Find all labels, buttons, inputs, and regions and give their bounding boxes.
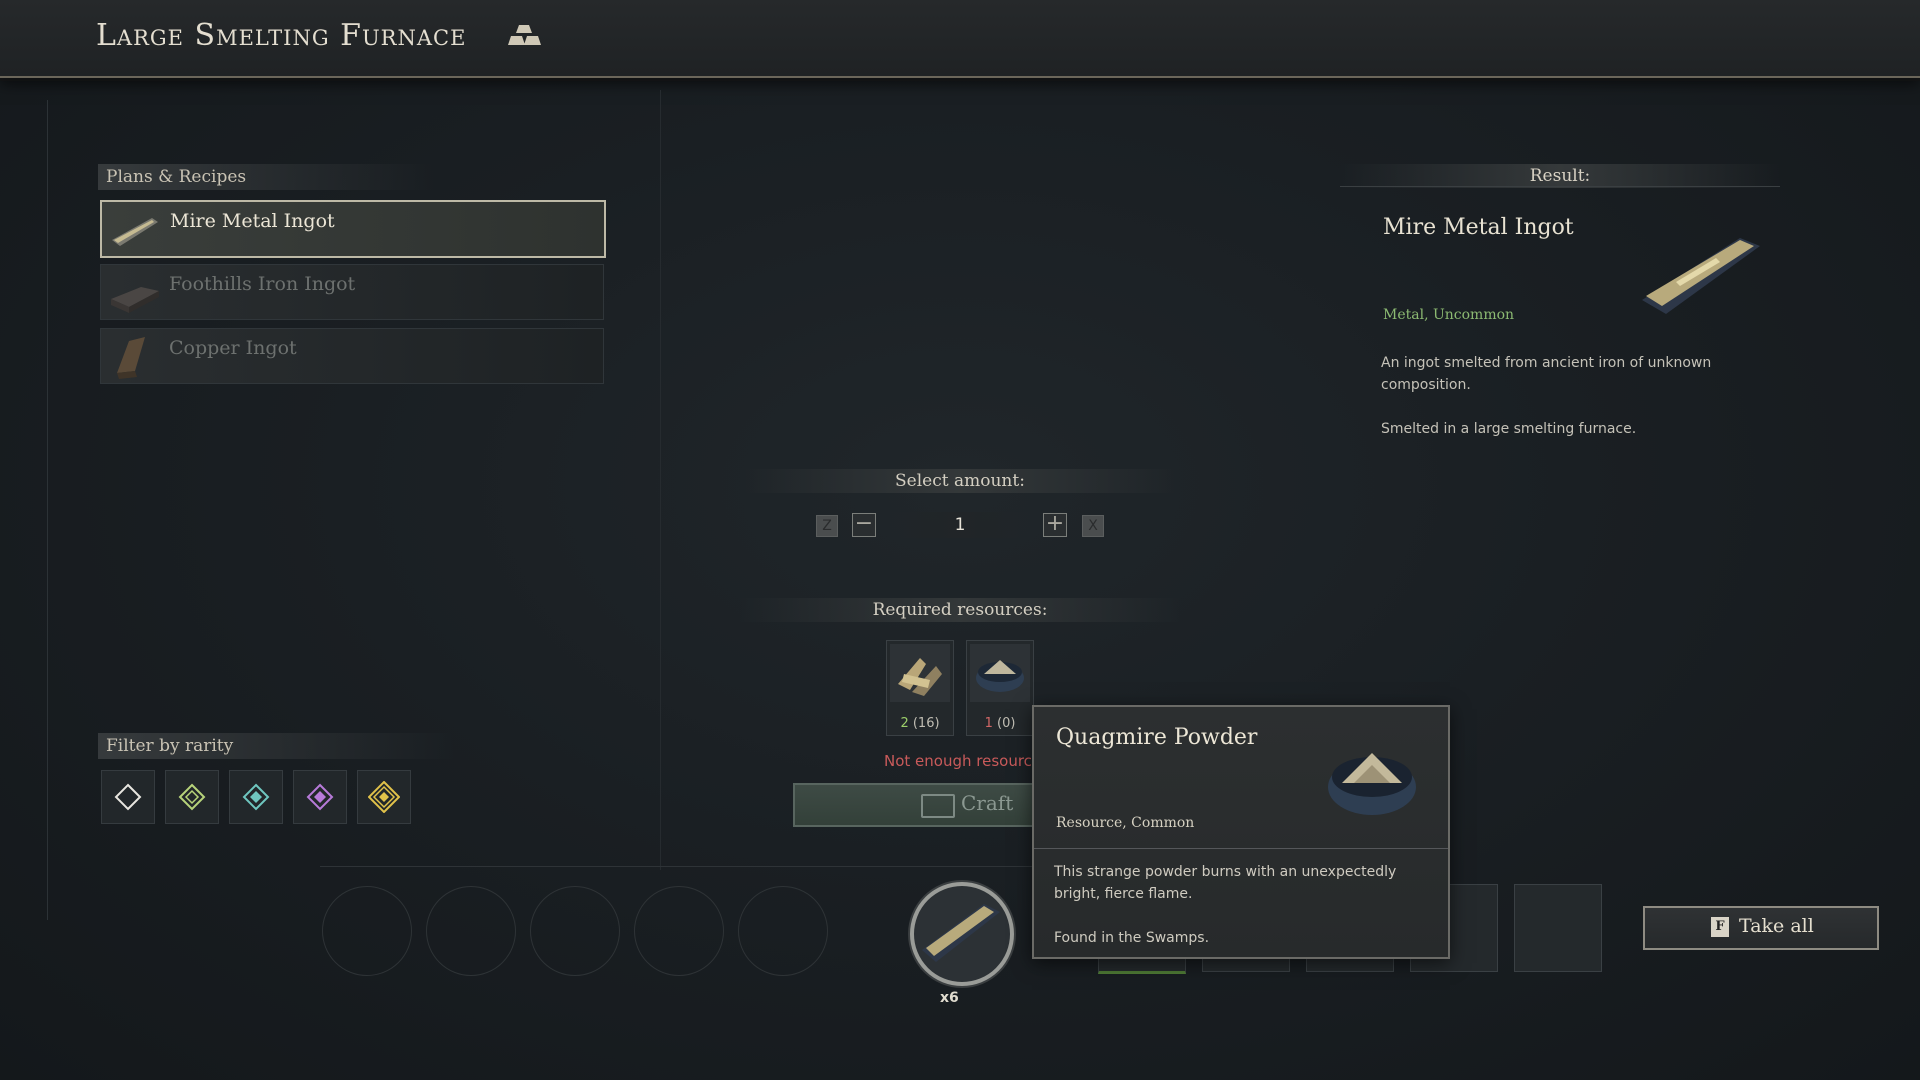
diamond-icon	[306, 783, 334, 811]
ingot-stack-icon	[508, 25, 541, 45]
not-enough-warning: Not enough resource	[884, 752, 1042, 770]
powder-bowl-icon	[1328, 753, 1416, 815]
recipe-label: Copper Ingot	[169, 337, 297, 359]
take-all-button[interactable]: F Take all	[1643, 906, 1879, 950]
rarity-filter-common[interactable]	[101, 770, 155, 824]
tooltip-desc-line: Found in the Swamps.	[1054, 930, 1210, 946]
mire-ingot-icon	[1642, 238, 1760, 314]
decrease-button[interactable]: −	[852, 513, 876, 537]
recipe-mire-metal-ingot[interactable]: Mire Metal Ingot	[100, 200, 606, 258]
resource-have: 1	[984, 716, 993, 731]
powder-bowl-icon	[970, 644, 1030, 702]
take-all-key-hint: F	[1711, 917, 1729, 937]
diamond-icon	[242, 783, 270, 811]
result-rarity: Metal, Uncommon	[1383, 307, 1515, 323]
result-desc-line: Smelted in a large smelting furnace.	[1381, 421, 1637, 437]
rarity-filter-legendary[interactable]	[357, 770, 411, 824]
resource-slot[interactable]: 2 (16)	[886, 640, 954, 736]
queue-count: x6	[940, 990, 959, 1006]
left-frame-line	[47, 100, 48, 920]
craft-label: Craft	[961, 791, 1014, 815]
output-slot[interactable]	[1514, 884, 1602, 972]
result-desc-line: An ingot smelted from ancient iron of un…	[1381, 355, 1712, 393]
resource-total: (16)	[912, 716, 940, 731]
select-amount-heading: Select amount:	[740, 469, 1180, 493]
diamond-icon	[178, 783, 206, 811]
resource-have: 2	[900, 716, 909, 731]
queue-slot[interactable]	[530, 886, 620, 976]
tooltip-rarity: Resource, Common	[1056, 815, 1195, 831]
item-tooltip: Quagmire Powder Resource, Common This st…	[1032, 705, 1450, 959]
result-description: An ingot smelted from ancient iron of un…	[1381, 352, 1761, 462]
copper-ingot-icon	[117, 337, 145, 379]
mire-ore-icon	[890, 644, 950, 702]
result-divider	[1340, 186, 1780, 187]
result-name: Mire Metal Ingot	[1383, 215, 1574, 240]
queue-active-slot[interactable]	[910, 882, 1014, 986]
diamond-icon	[114, 783, 142, 811]
page-title: Large Smelting Furnace	[96, 18, 467, 53]
rarity-filter-rare[interactable]	[229, 770, 283, 824]
header-bar: Large Smelting Furnace	[0, 0, 1920, 78]
craft-button[interactable]: Craft	[793, 783, 1057, 827]
recipes-heading: Plans & Recipes	[98, 164, 434, 190]
recipe-label: Mire Metal Ingot	[170, 210, 335, 232]
mire-ingot-icon	[112, 218, 158, 246]
take-all-label: Take all	[1739, 915, 1814, 937]
filter-heading: Filter by rarity	[98, 733, 454, 759]
queue-line	[320, 866, 1070, 867]
tooltip-desc-line: This strange powder burns with an unexpe…	[1054, 864, 1397, 902]
queue-slot[interactable]	[738, 886, 828, 976]
tooltip-divider	[1034, 848, 1448, 849]
result-heading: Result:	[1340, 164, 1780, 188]
mire-ingot-icon	[922, 904, 1000, 962]
recipe-label: Foothills Iron Ingot	[169, 273, 356, 295]
decrease-key-hint: Z	[816, 515, 838, 537]
iron-ingot-icon	[111, 287, 159, 313]
resource-slot[interactable]: 1 (0)	[966, 640, 1034, 736]
recipe-copper-ingot[interactable]: Copper Ingot	[100, 328, 604, 384]
keyboard-icon	[921, 794, 955, 818]
required-resources-heading: Required resources:	[740, 598, 1180, 622]
rarity-filter-epic[interactable]	[293, 770, 347, 824]
tooltip-title: Quagmire Powder	[1056, 725, 1258, 750]
star-diamond-icon	[368, 781, 400, 813]
queue-slot[interactable]	[426, 886, 516, 976]
queue-slot[interactable]	[322, 886, 412, 976]
tooltip-description: This strange powder burns with an unexpe…	[1054, 861, 1434, 971]
increase-key-hint: X	[1082, 515, 1104, 537]
increase-button[interactable]: +	[1043, 513, 1067, 537]
rarity-filter-uncommon[interactable]	[165, 770, 219, 824]
divider-line	[660, 90, 661, 870]
queue-slot[interactable]	[634, 886, 724, 976]
resource-total: (0)	[997, 716, 1016, 731]
amount-field[interactable]: 1	[888, 512, 1032, 538]
recipe-foothills-iron-ingot[interactable]: Foothills Iron Ingot	[100, 264, 604, 320]
